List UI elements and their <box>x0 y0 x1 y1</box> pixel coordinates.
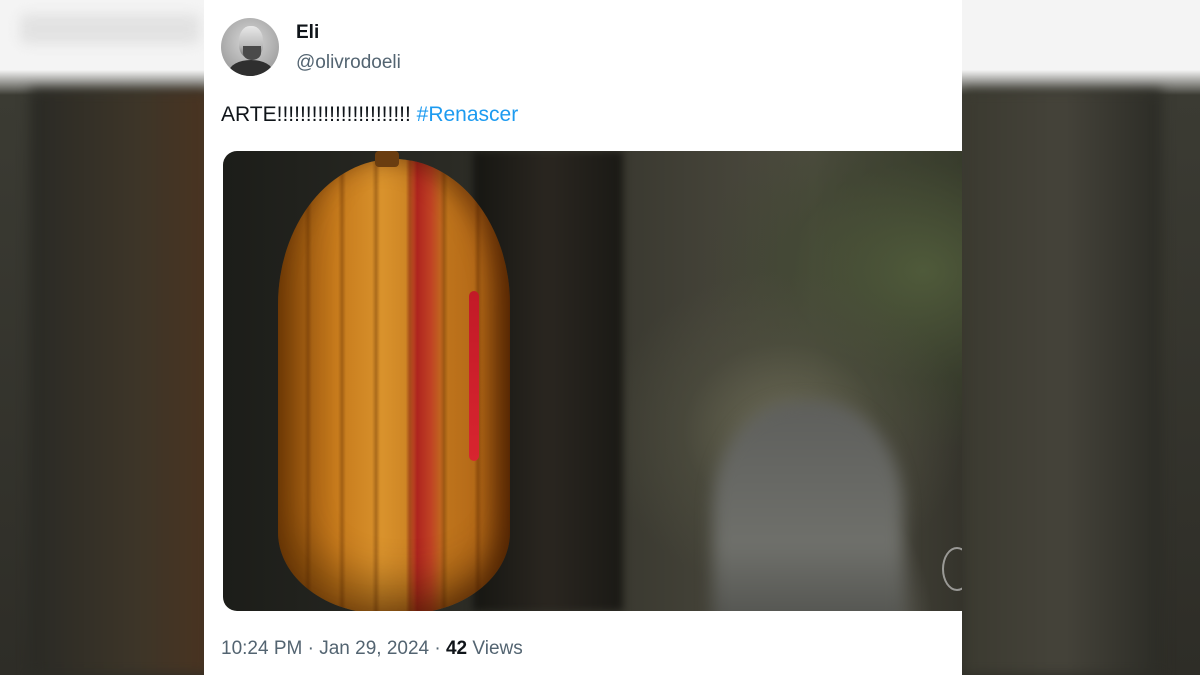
tweet-meta: 10:24 PM · Jan 29, 2024 · 42 Views <box>221 638 523 660</box>
blurred-person <box>713 401 903 611</box>
hashtag-link[interactable]: #Renascer <box>417 103 519 126</box>
tweet-card: Eli @olivrodoeli ARTE!!!!!!!!!!!!!!!!!!!… <box>204 0 962 675</box>
avatar-shoulders <box>229 60 273 76</box>
avatar-beard <box>243 46 261 60</box>
blurred-background-right <box>962 90 1162 675</box>
views-count: 42 <box>445 638 468 659</box>
broadcaster-watermark-icon <box>942 547 962 591</box>
meta-separator: · <box>429 638 446 659</box>
red-drip <box>469 291 479 461</box>
author-handle[interactable]: @olivrodoeli <box>296 52 401 74</box>
tweet-time[interactable]: 10:24 PM <box>221 638 302 659</box>
cacao-stem <box>375 151 399 167</box>
tweet-media-image[interactable] <box>223 151 962 611</box>
blurred-background-left <box>30 90 210 675</box>
tweet-date[interactable]: Jan 29, 2024 <box>319 638 429 659</box>
blurred-background-top <box>20 14 200 44</box>
views-label: Views <box>467 638 523 659</box>
tweet-text: ARTE!!!!!!!!!!!!!!!!!!!!!!! #Renascer <box>221 103 518 127</box>
meta-separator: · <box>302 638 320 659</box>
author-name[interactable]: Eli <box>296 22 319 44</box>
tweet-body: ARTE!!!!!!!!!!!!!!!!!!!!!!! <box>221 103 417 126</box>
avatar[interactable] <box>221 18 279 76</box>
